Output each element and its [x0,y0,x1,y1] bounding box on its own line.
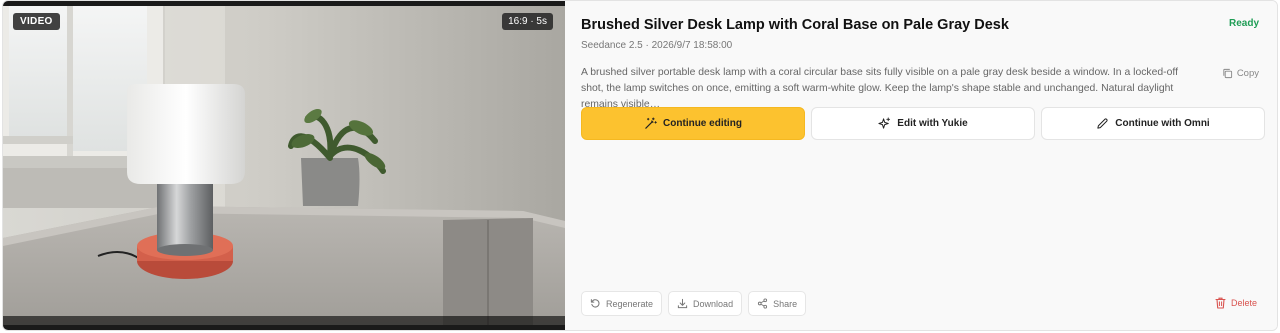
video-thumbnail [3,6,565,325]
video-title: Brushed Silver Desk Lamp with Coral Base… [581,17,1009,33]
share-button[interactable]: Share [748,291,807,316]
share-label: Share [773,298,798,309]
continue-with-omni-label: Continue with Omni [1115,118,1210,129]
download-button[interactable]: Download [668,291,743,316]
model-timestamp: Seedance 2.5 · 2026/9/7 18:58:00 [581,40,733,51]
prompt-description: A brushed silver portable desk lamp with… [581,67,1178,110]
download-icon [677,298,688,309]
refresh-icon [590,298,601,309]
delete-button[interactable]: Delete [1215,297,1257,309]
delete-label: Delete [1230,298,1257,308]
video-preview[interactable]: VIDEO 16:9 · 5s [3,1,565,330]
regenerate-label: Regenerate [606,298,654,309]
continue-editing-label: Continue editing [663,118,742,129]
continue-editing-button[interactable]: Continue editing [581,107,805,140]
pencil-icon [1096,117,1109,130]
copy-label: Copy [1236,68,1259,79]
copy-icon [1222,68,1233,79]
edit-with-yukie-label: Edit with Yukie [897,118,968,129]
edit-with-yukie-button[interactable]: Edit with Yukie [811,107,1035,140]
trash-icon [1215,297,1226,309]
copy-button[interactable]: Copy [1222,68,1259,79]
result-card: VIDEO 16:9 · 5s Brushed Silver Desk Lamp… [2,0,1278,331]
regenerate-button[interactable]: Regenerate [581,291,663,316]
media-type-badge: VIDEO [13,13,60,30]
sparkles-icon [878,117,891,130]
secondary-actions: Regenerate Download Share [581,291,807,316]
details-panel: Brushed Silver Desk Lamp with Coral Base… [565,1,1277,330]
share-icon [757,298,768,309]
download-label: Download [693,298,734,309]
magic-wand-icon [644,117,657,130]
status-badge: Ready [1228,18,1259,29]
primary-actions: Continue editing Edit with Yukie Continu… [581,107,1265,140]
continue-with-omni-button[interactable]: Continue with Omni [1041,107,1265,140]
aspect-duration-badge: 16:9 · 5s [502,13,553,30]
